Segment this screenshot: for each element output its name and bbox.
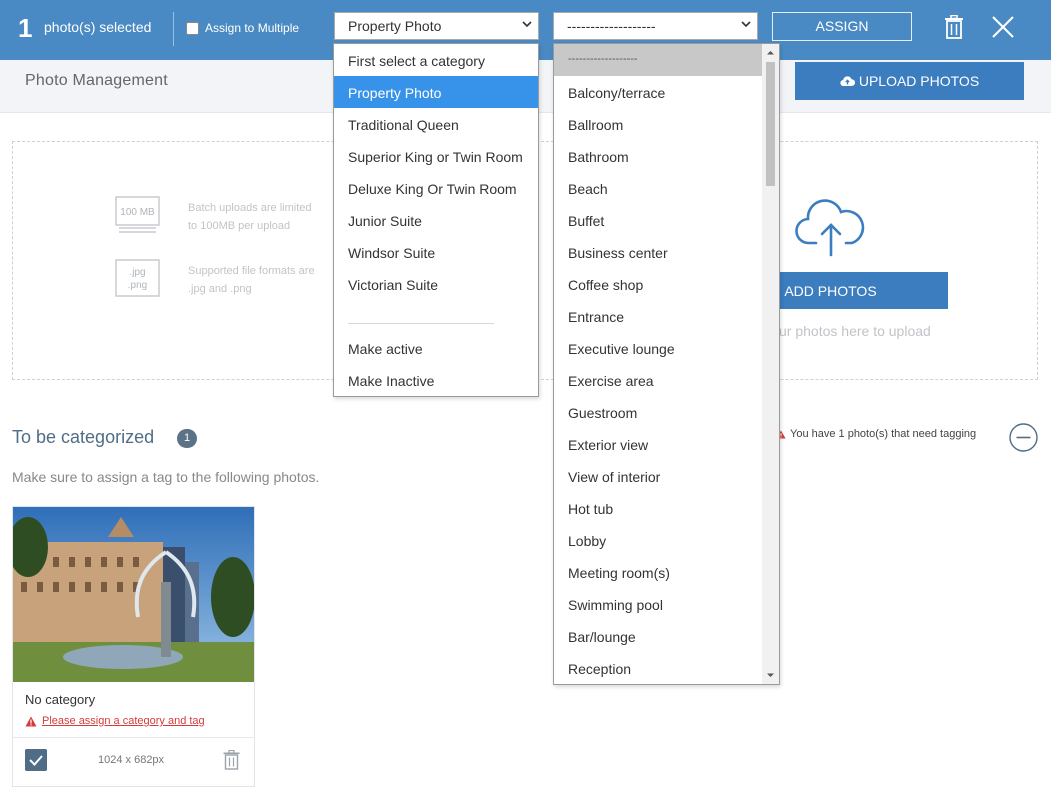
upload-limit-line-1: Batch uploads are limited xyxy=(188,202,312,214)
card-divider xyxy=(13,737,254,738)
file-format-line-2: .jpg and .png xyxy=(188,283,252,295)
tag-option[interactable]: Executive lounge xyxy=(554,332,762,364)
selected-count: 1 xyxy=(18,13,33,43)
category-dropdown-menu: First select a category Property Photo T… xyxy=(333,43,539,397)
category-option[interactable]: Windsor Suite xyxy=(334,236,538,268)
cloud-upload-icon xyxy=(795,199,865,257)
category-option-selected[interactable]: Property Photo xyxy=(334,76,538,108)
make-active-option[interactable]: Make active xyxy=(334,332,538,364)
tag-select[interactable]: ------------------- xyxy=(553,12,758,40)
close-icon[interactable] xyxy=(991,15,1015,39)
add-photos-label: ADD PHOTOS xyxy=(784,282,877,299)
photo-category: No category xyxy=(25,692,96,707)
tag-option[interactable]: Ballroom xyxy=(554,108,762,140)
scrollbar-thumb[interactable] xyxy=(766,62,775,186)
warning-icon xyxy=(25,716,37,726)
category-option[interactable]: Deluxe King Or Twin Room xyxy=(334,172,538,204)
tag-select-value: ------------------- xyxy=(567,18,656,34)
tag-dropdown-menu: ------------------- Balcony/terrace Ball… xyxy=(553,43,780,685)
cloud-upload-icon xyxy=(840,76,855,87)
selected-label: photo(s) selected xyxy=(44,19,152,35)
tagging-warning: You have 1 photo(s) that need tagging xyxy=(776,428,976,440)
tag-option[interactable]: Guestroom xyxy=(554,396,762,428)
tagging-warning-text: You have 1 photo(s) that need tagging xyxy=(790,428,977,440)
section-hint: Make sure to assign a tag to the followi… xyxy=(12,469,320,485)
collapse-icon[interactable] xyxy=(1009,423,1038,452)
format-icon-png: .png xyxy=(128,280,147,291)
file-format-text: Supported file formats are .jpg and .png xyxy=(188,262,315,298)
assign-category-link[interactable]: Please assign a category and tag xyxy=(42,715,205,727)
category-option[interactable]: Junior Suite xyxy=(334,204,538,236)
assign-multiple-label: Assign to Multiple xyxy=(205,21,300,35)
category-option[interactable]: Victorian Suite xyxy=(334,268,538,300)
file-format-icon: .jpg .png xyxy=(115,259,160,297)
file-size-icon: 100 MB xyxy=(115,196,160,233)
upload-limit-line-2: to 100MB per upload xyxy=(188,220,291,232)
trash-icon[interactable] xyxy=(944,15,964,39)
tag-option[interactable]: Swimming pool xyxy=(554,588,762,620)
toolbar-divider xyxy=(173,12,174,46)
category-select[interactable]: Property Photo xyxy=(334,12,539,40)
checkbox-box[interactable] xyxy=(186,21,199,35)
tag-option[interactable]: Lobby xyxy=(554,524,762,556)
photo-dimensions: 1024 x 682px xyxy=(98,754,165,766)
tag-scrollbar[interactable] xyxy=(762,44,779,684)
upload-photos-button[interactable]: UPLOAD PHOTOS xyxy=(795,62,1024,100)
assign-multiple-checkbox[interactable]: Assign to Multiple xyxy=(186,21,299,35)
count-badge: 1 xyxy=(177,429,197,448)
tag-option[interactable]: Business center xyxy=(554,236,762,268)
tag-option[interactable]: Beach xyxy=(554,172,762,204)
size-icon-text: 100 MB xyxy=(120,207,155,218)
tag-option[interactable]: View of interior xyxy=(554,460,762,492)
tag-option[interactable]: Balcony/terrace xyxy=(554,76,762,108)
assign-button[interactable]: ASSIGN xyxy=(772,12,912,41)
tag-option[interactable]: Reception xyxy=(554,652,762,684)
tag-option[interactable]: Hot tub xyxy=(554,492,762,524)
scroll-down-icon[interactable] xyxy=(766,671,775,680)
tag-option[interactable]: Meeting room(s) xyxy=(554,556,762,588)
tag-option[interactable]: Coffee shop xyxy=(554,268,762,300)
photo-thumbnail[interactable] xyxy=(13,507,254,682)
upload-photos-label: UPLOAD PHOTOS xyxy=(858,73,980,89)
tag-option[interactable]: Bar/lounge xyxy=(554,620,762,652)
photo-select-checkbox[interactable] xyxy=(25,749,47,771)
chevron-down-icon xyxy=(741,21,751,28)
upload-limit-text: Batch uploads are limited to 100MB per u… xyxy=(188,199,312,235)
page-title: Photo Management xyxy=(25,72,168,89)
assign-warning[interactable]: Please assign a category and tag xyxy=(25,715,205,727)
tag-option[interactable]: Exercise area xyxy=(554,364,762,396)
file-format-line-1: Supported file formats are xyxy=(188,265,315,277)
chevron-down-icon xyxy=(522,21,532,28)
make-inactive-option[interactable]: Make Inactive xyxy=(334,364,538,396)
trash-icon[interactable] xyxy=(223,750,240,770)
tag-option[interactable]: Exterior view xyxy=(554,428,762,460)
section-title: To be categorized xyxy=(12,427,155,447)
tag-option[interactable]: Buffet xyxy=(554,204,762,236)
category-option[interactable]: Superior King or Twin Room xyxy=(334,140,538,172)
format-icon-jpg: .jpg xyxy=(129,267,145,278)
category-option[interactable]: Traditional Queen xyxy=(334,108,538,140)
scroll-up-icon[interactable] xyxy=(766,48,775,57)
category-option[interactable]: First select a category xyxy=(334,44,538,76)
tag-option[interactable]: Bathroom xyxy=(554,140,762,172)
category-select-value: Property Photo xyxy=(348,18,442,34)
menu-separator xyxy=(348,323,494,324)
tag-option[interactable]: Entrance xyxy=(554,300,762,332)
tag-option-placeholder[interactable]: ------------------- xyxy=(554,44,762,76)
